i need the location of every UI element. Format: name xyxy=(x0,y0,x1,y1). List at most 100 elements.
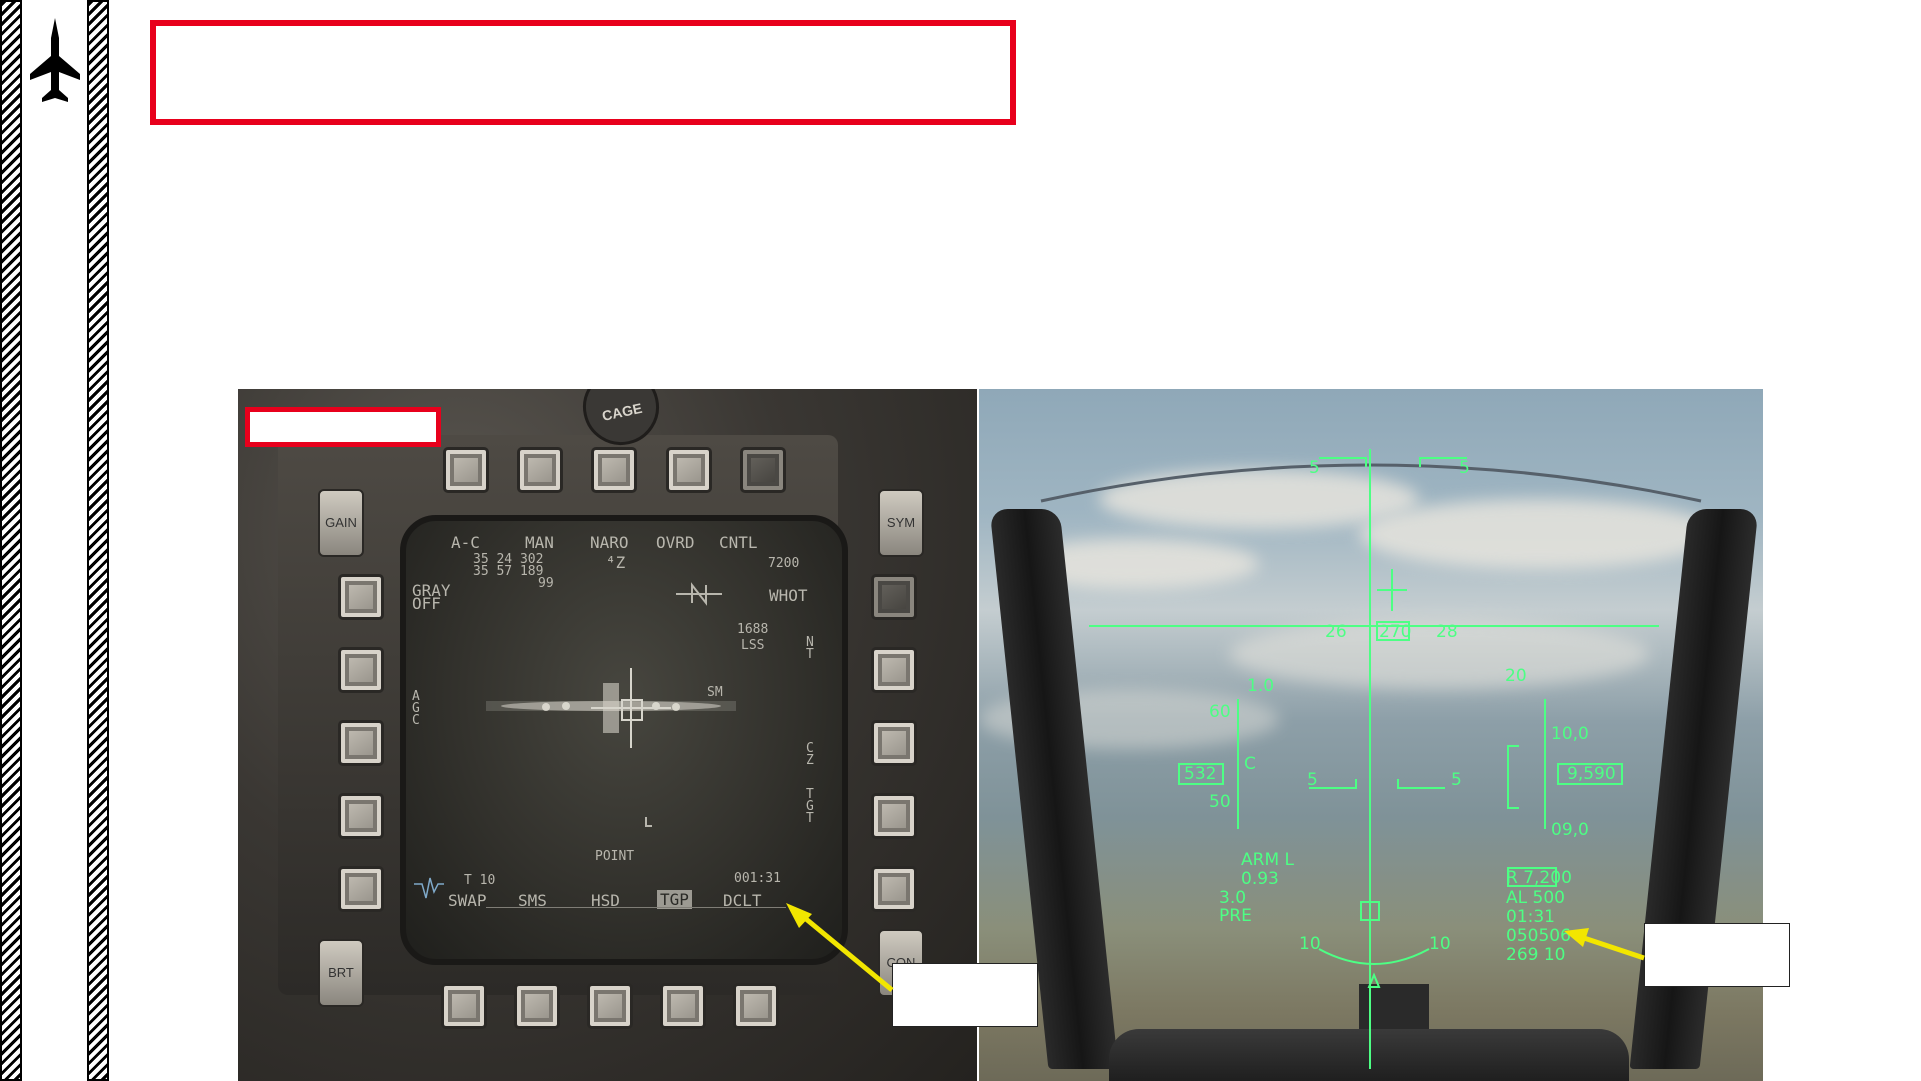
pitch-ladder-mid-left-tick xyxy=(1355,779,1357,789)
osb-left-4[interactable] xyxy=(338,793,384,839)
lss-label: LSS xyxy=(741,638,765,653)
jet-logo-icon xyxy=(30,18,80,102)
brt-label: BRT xyxy=(328,965,354,980)
sym-label: SYM xyxy=(886,515,916,530)
osb-left-5[interactable] xyxy=(338,866,384,912)
osb-bottom-5[interactable] xyxy=(733,983,779,1029)
left-hatched-bar xyxy=(0,0,22,1081)
nt-label-2: T xyxy=(806,647,814,662)
osb-label-bottom-4: TGP xyxy=(657,890,692,909)
osb-label-bottom-1: SWAP xyxy=(448,891,487,910)
osb-top-5[interactable] xyxy=(740,447,786,493)
osb-left-3[interactable] xyxy=(338,720,384,766)
osb-label-top-4: OVRD xyxy=(656,533,695,552)
bearing-readout: 269 10 xyxy=(1506,945,1566,965)
sym-rocker[interactable]: SYM xyxy=(878,489,924,557)
steerpoint-readout: 050506 xyxy=(1506,926,1571,946)
speed-scale-60: 60 xyxy=(1209,702,1231,722)
osb-label-top-3: NARO xyxy=(590,533,629,552)
pitch-ladder-top-left xyxy=(1319,457,1367,459)
osb-right-5[interactable] xyxy=(871,866,917,912)
mach-readout: 0.93 xyxy=(1241,869,1279,889)
osb-top-1[interactable] xyxy=(443,447,489,493)
heading-left: 26 xyxy=(1325,622,1347,642)
vvi-bracket-bottom xyxy=(1507,807,1519,809)
whot-label: WHOT xyxy=(769,586,808,605)
mfd-photo: CAGE GAIN SYM BRT CON A-C MAN NARO OVRD … xyxy=(238,389,977,1081)
point-label: POINT xyxy=(595,849,635,864)
arm-status: ARM L xyxy=(1241,850,1294,870)
sub-row-2: 35 57 189 xyxy=(473,564,544,579)
cage-label: CAGE xyxy=(600,399,644,424)
heading-center: 270 xyxy=(1379,622,1412,642)
mfd-label-box xyxy=(245,407,441,447)
vvi-bracket xyxy=(1507,745,1509,809)
target-aircraft-image xyxy=(486,683,736,733)
osb-right-3[interactable] xyxy=(871,720,917,766)
pitch-mid-right: 5 xyxy=(1451,770,1462,790)
airspeed-tape xyxy=(1237,699,1239,829)
laser-code: 1688 xyxy=(737,622,769,637)
time-readout: 01:31 xyxy=(1506,907,1555,927)
right-hatched-bar xyxy=(87,0,109,1081)
zoom-readout: ⁴Z xyxy=(606,553,626,572)
pitch-ladder-top-right-tick xyxy=(1419,457,1421,467)
brt-rocker[interactable]: BRT xyxy=(318,939,364,1007)
osb-bottom-3[interactable] xyxy=(587,983,633,1029)
title-box xyxy=(150,20,1016,125)
horizon-line xyxy=(1089,625,1659,627)
altitude-scale-100: 10,0 xyxy=(1551,724,1589,744)
cz-label-2: Z xyxy=(806,753,814,768)
bottom-underline xyxy=(486,907,786,908)
osb-right-4[interactable] xyxy=(871,793,917,839)
t10-label: T 10 xyxy=(464,873,496,888)
sub-row-3: 99 xyxy=(538,576,554,591)
osb-left-1[interactable] xyxy=(338,574,384,620)
pitch-ladder-top-left-tick xyxy=(1365,457,1367,467)
fpm-horizontal xyxy=(1377,589,1407,591)
agc-label-3: C xyxy=(412,713,420,728)
pitch-top-left: 5 xyxy=(1309,458,1320,478)
gain-label: GAIN xyxy=(325,515,357,530)
altitude-scale-090: 09,0 xyxy=(1551,820,1589,840)
bank-scale-icon xyxy=(1318,948,1430,988)
speed-caret-label: C xyxy=(1244,754,1256,774)
osb-right-2[interactable] xyxy=(871,647,917,693)
north-arrow-icon xyxy=(676,582,722,606)
osb-label-top-2: MAN xyxy=(525,533,554,552)
osb-bottom-4[interactable] xyxy=(660,983,706,1029)
radar-alt-readout: R 7,200 xyxy=(1506,868,1572,888)
gain-rocker[interactable]: GAIN xyxy=(318,489,364,557)
altitude-tape xyxy=(1544,699,1546,829)
osb-left-2[interactable] xyxy=(338,647,384,693)
pre-label: PRE xyxy=(1219,906,1252,926)
track-box xyxy=(621,699,643,721)
off-label: OFF xyxy=(412,594,441,613)
osb-top-3[interactable] xyxy=(591,447,637,493)
mfd-screen: A-C MAN NARO OVRD CNTL 35 24 302 35 57 1… xyxy=(400,515,848,965)
osb-bottom-2[interactable] xyxy=(514,983,560,1029)
mach-scale-label: 1.0 xyxy=(1247,676,1275,696)
waterline-icon xyxy=(414,877,444,899)
osb-label-top-5: CNTL xyxy=(719,533,758,552)
timer-readout: 001:31 xyxy=(734,871,781,886)
heading-right: 28 xyxy=(1436,622,1458,642)
osb-top-2[interactable] xyxy=(517,447,563,493)
range-tick-foot xyxy=(645,825,652,827)
altitude-readout: 9,590 xyxy=(1567,764,1616,784)
pitch-ladder-mid-right-tick xyxy=(1397,779,1399,789)
al-readout: AL 500 xyxy=(1506,888,1565,908)
pitch-top-right: 5 xyxy=(1459,458,1470,478)
osb-right-1[interactable] xyxy=(871,574,917,620)
pitch-ladder-mid-right xyxy=(1397,787,1445,789)
osb-bottom-1[interactable] xyxy=(441,983,487,1029)
mfd-callout-box xyxy=(892,963,1038,1027)
tgt-label-3: T xyxy=(806,811,814,826)
vvi-bracket-top xyxy=(1507,745,1519,747)
speed-scale-50: 50 xyxy=(1209,792,1231,812)
osb-top-4[interactable] xyxy=(666,447,712,493)
pitch-ladder-mid-left xyxy=(1309,787,1357,789)
osb-label-top-1: A-C xyxy=(451,533,480,552)
g-load-label: 20 xyxy=(1505,666,1527,686)
airspeed-readout: 532 xyxy=(1184,764,1217,784)
